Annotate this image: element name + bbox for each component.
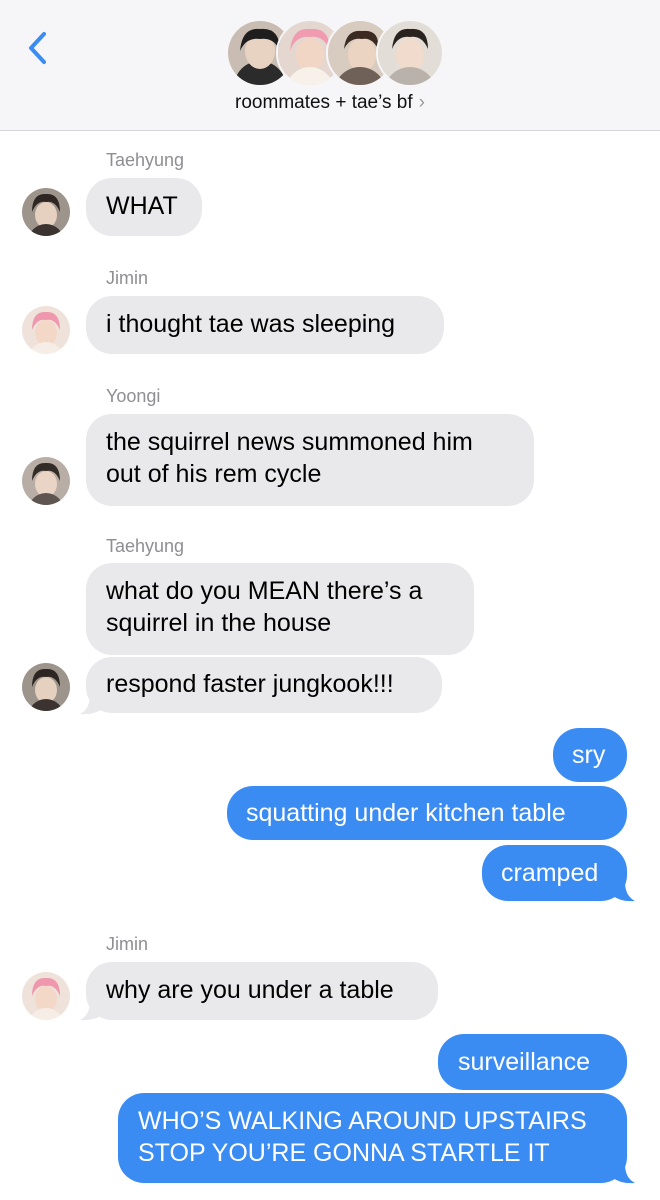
bubble-tail (80, 695, 102, 715)
chevron-left-icon[interactable] (24, 28, 54, 68)
message-text-line: STOP YOU’RE GONNA STARTLE IT (138, 1139, 550, 1167)
message-text-line: out of his rem cycle (106, 460, 322, 488)
sender-name: Taehyung (106, 150, 185, 170)
message-text: cramped (501, 859, 599, 887)
message-bubble[interactable]: WHO’S WALKING AROUND UPSTAIRS STOP YOU’R… (118, 1093, 627, 1183)
message-bubble[interactable]: surveillance (438, 1034, 627, 1090)
group-name-label: roommates + tae’s bf (235, 92, 413, 113)
message-text-line: WHO’S WALKING AROUND UPSTAIRS (138, 1107, 587, 1135)
avatar (22, 306, 70, 354)
message-text: sry (572, 741, 606, 769)
bubble-tail (613, 1164, 635, 1184)
avatar (22, 663, 70, 711)
group-name[interactable]: roommates + tae’s bf › (0, 92, 660, 114)
message-text: squatting under kitchen table (246, 799, 566, 827)
avatar (22, 188, 70, 236)
message-text: why are you under a table (106, 976, 394, 1004)
message-bubble[interactable]: the squirrel news summoned him out of hi… (86, 414, 534, 506)
message-bubble[interactable]: why are you under a table (86, 962, 438, 1020)
message-text-line: squirrel in the house (106, 609, 332, 637)
sender-name: Taehyung (106, 536, 185, 556)
message-text: i thought tae was sleeping (106, 310, 396, 338)
message-bubble[interactable]: i thought tae was sleeping (86, 296, 444, 354)
message-bubble[interactable]: respond faster jungkook!!! (86, 657, 442, 713)
avatar (22, 457, 70, 505)
message-text: respond faster jungkook!!! (106, 670, 394, 698)
message-bubble[interactable]: cramped (482, 845, 627, 901)
message-text: WHAT (106, 192, 178, 220)
avatar (22, 972, 70, 1020)
group-avatars[interactable] (226, 19, 444, 87)
message-bubble[interactable]: sry (553, 728, 627, 782)
message-bubble[interactable]: WHAT (86, 178, 202, 236)
chevron-right-icon: › (418, 92, 425, 113)
sender-name: Jimin (106, 934, 149, 954)
message-text-line: the squirrel news summoned him (106, 428, 473, 456)
sender-name: Jimin (106, 268, 149, 288)
bubble-tail (80, 1001, 102, 1021)
message-bubble[interactable]: squatting under kitchen table (227, 786, 627, 840)
message-text-line: what do you MEAN there’s a (106, 577, 423, 605)
bubble-tail (613, 882, 635, 902)
message-text: surveillance (458, 1048, 591, 1076)
message-bubble[interactable]: what do you MEAN there’s a squirrel in t… (86, 563, 474, 655)
avatar (376, 19, 444, 87)
sender-name: Yoongi (106, 386, 161, 406)
conversation-header: roommates + tae’s bf › (0, 0, 660, 131)
